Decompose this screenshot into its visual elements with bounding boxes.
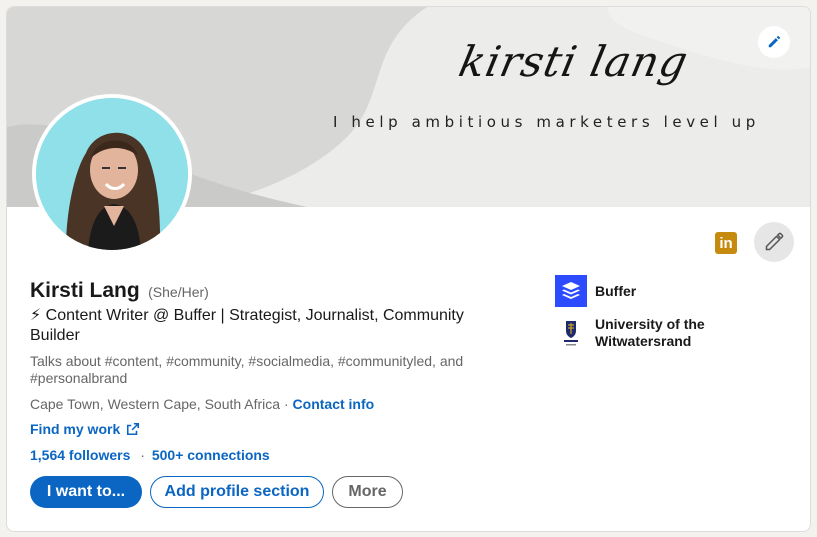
profile-headline: ⚡ Content Writer @ Buffer | Strategist, … bbox=[30, 307, 464, 344]
experience-item-buffer[interactable]: Buffer bbox=[555, 275, 725, 307]
add-profile-section-button[interactable]: Add profile section bbox=[150, 476, 324, 508]
wits-crest-icon bbox=[555, 317, 587, 349]
find-work-label: Find my work bbox=[30, 421, 121, 437]
find-work-link[interactable]: Find my work bbox=[30, 421, 140, 437]
profile-name: Kirsti Lang bbox=[30, 279, 140, 302]
profile-card: kirsti lang I help ambitious marketers l… bbox=[6, 6, 811, 532]
experience-name: Buffer bbox=[595, 282, 637, 299]
banner-script-name: kirsti lang bbox=[454, 37, 693, 86]
contact-info-link[interactable]: Contact info bbox=[293, 396, 375, 412]
pencil-icon bbox=[765, 232, 784, 251]
experience-name: University of the Witwatersrand bbox=[595, 316, 705, 349]
location-row: Cape Town, Western Cape, South Africa · … bbox=[30, 396, 374, 412]
edit-intro-button[interactable] bbox=[754, 222, 794, 262]
location-text: Cape Town, Western Cape, South Africa bbox=[30, 396, 281, 412]
i-want-to-button[interactable]: I want to... bbox=[30, 476, 142, 508]
external-link-icon bbox=[127, 422, 140, 436]
buffer-logo-icon bbox=[555, 275, 587, 307]
followers-link[interactable]: 1,564 followers bbox=[30, 447, 130, 463]
location-separator: · bbox=[283, 396, 289, 412]
pencil-icon bbox=[768, 35, 781, 48]
connections-link[interactable]: 500+ connections bbox=[152, 447, 270, 463]
stats-separator: · bbox=[140, 447, 145, 463]
name-row: Kirsti Lang (She/Her) bbox=[30, 279, 209, 303]
avatar-image bbox=[36, 98, 188, 250]
network-stats: 1,564 followers · 500+ connections bbox=[30, 447, 270, 463]
linkedin-badge-icon[interactable]: in bbox=[715, 232, 737, 254]
profile-pronouns: (She/Her) bbox=[148, 284, 209, 300]
profile-photo[interactable] bbox=[32, 94, 192, 254]
edit-banner-button[interactable] bbox=[758, 26, 790, 58]
talks-about: Talks about #content, #community, #socia… bbox=[30, 353, 464, 386]
more-button[interactable]: More bbox=[332, 476, 403, 508]
experience-item-wits[interactable]: University of the Witwatersrand bbox=[555, 316, 725, 350]
banner-tagline: I help ambitious marketers level up bbox=[333, 113, 760, 131]
